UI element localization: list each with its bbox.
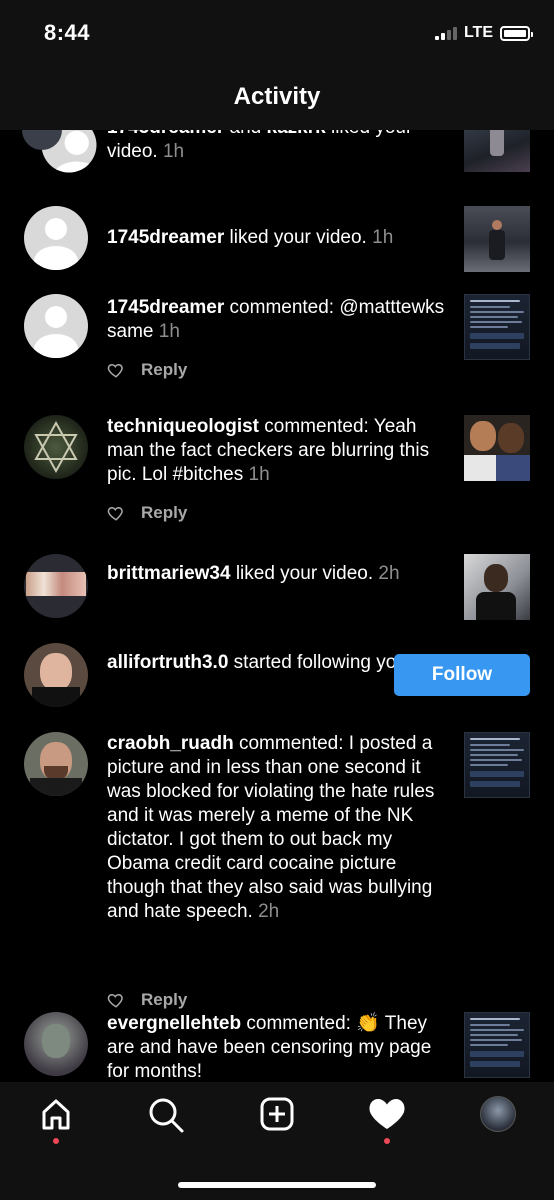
reply-row: Reply xyxy=(107,503,187,523)
status-bar: 8:44 LTE xyxy=(0,0,554,64)
username[interactable]: evergnellehteb xyxy=(107,1013,241,1034)
post-thumbnail[interactable] xyxy=(464,294,530,360)
post-thumbnail[interactable] xyxy=(464,732,530,798)
tab-home[interactable] xyxy=(36,1096,76,1144)
avatar[interactable] xyxy=(24,415,88,479)
avatar[interactable] xyxy=(24,554,88,618)
activity-text: brittmariew34 liked your video. 2h xyxy=(107,563,400,584)
timestamp: 1h xyxy=(372,227,394,248)
status-time: 8:44 xyxy=(44,20,91,45)
username[interactable]: brittmariew34 xyxy=(107,563,231,584)
username[interactable]: 1745dreamer xyxy=(107,297,224,318)
home-icon xyxy=(42,1099,70,1130)
username[interactable]: 1745dreamer xyxy=(107,227,224,248)
avatar[interactable] xyxy=(24,1012,88,1076)
timestamp: 2h xyxy=(258,901,280,922)
tab-activity[interactable] xyxy=(367,1096,407,1144)
notification-dot xyxy=(384,1138,390,1144)
activity-text: techniqueologist commented: Yeah man the… xyxy=(107,416,430,485)
follow-button[interactable]: Follow xyxy=(394,654,530,696)
video-thumbnail[interactable] xyxy=(464,554,530,620)
timestamp: 2h xyxy=(378,563,400,584)
username[interactable]: 1745dreamer xyxy=(107,130,224,138)
like-heart-icon[interactable] xyxy=(107,361,125,379)
avatar[interactable] xyxy=(24,643,88,707)
tab-create[interactable] xyxy=(257,1096,297,1140)
search-icon xyxy=(149,1098,184,1133)
network-type: LTE xyxy=(463,24,493,41)
activity-text: 1745dreamer commented: @matttewks same 1… xyxy=(107,297,445,342)
reply-row: Reply xyxy=(107,990,187,1010)
like-heart-icon[interactable] xyxy=(107,504,125,522)
activity-text: craobh_ruadh commented: I posted a pictu… xyxy=(107,733,435,922)
avatar[interactable] xyxy=(24,294,88,358)
timestamp: 1h xyxy=(162,141,185,162)
reply-button[interactable]: Reply xyxy=(141,360,187,380)
activity-text: 1745dreamer and kazkrk liked your video.… xyxy=(107,130,447,164)
avatar[interactable] xyxy=(24,732,88,796)
heart-icon xyxy=(369,1099,405,1129)
home-indicator xyxy=(178,1182,376,1188)
username[interactable]: craobh_ruadh xyxy=(107,733,234,754)
avatar[interactable] xyxy=(24,206,88,270)
activity-text: 1745dreamer liked your video. 1h xyxy=(107,227,394,248)
like-heart-icon[interactable] xyxy=(107,991,125,1009)
timestamp: 1h xyxy=(248,464,270,485)
profile-avatar xyxy=(480,1096,516,1132)
page-title: Activity xyxy=(233,83,321,110)
username[interactable]: kazkrk xyxy=(267,130,326,138)
tab-search[interactable] xyxy=(146,1096,186,1140)
activity-text: evergnellehteb commented: 👏 They are and… xyxy=(107,1013,432,1082)
username[interactable]: allifortruth3.0 xyxy=(107,652,228,673)
username[interactable]: techniqueologist xyxy=(107,416,259,437)
battery-icon xyxy=(500,25,533,41)
tab-profile[interactable] xyxy=(478,1096,518,1140)
timestamp: 1h xyxy=(158,321,180,342)
video-thumbnail[interactable] xyxy=(464,206,530,272)
cellular-signal-icon xyxy=(434,26,457,40)
activity-feed[interactable]: 1745dreamer and kazkrk liked your video.… xyxy=(0,130,554,1082)
photo-thumbnail[interactable] xyxy=(464,415,530,481)
reply-row: Reply xyxy=(107,360,187,380)
reply-button[interactable]: Reply xyxy=(141,990,187,1010)
status-indicators: LTE xyxy=(434,24,533,42)
add-post-icon xyxy=(260,1097,294,1131)
reply-button[interactable]: Reply xyxy=(141,503,187,523)
activity-header: Activity xyxy=(0,64,554,130)
post-thumbnail[interactable] xyxy=(464,1012,530,1078)
notification-dot xyxy=(53,1138,59,1144)
star-icon xyxy=(34,420,78,474)
video-thumbnail[interactable] xyxy=(464,130,530,172)
